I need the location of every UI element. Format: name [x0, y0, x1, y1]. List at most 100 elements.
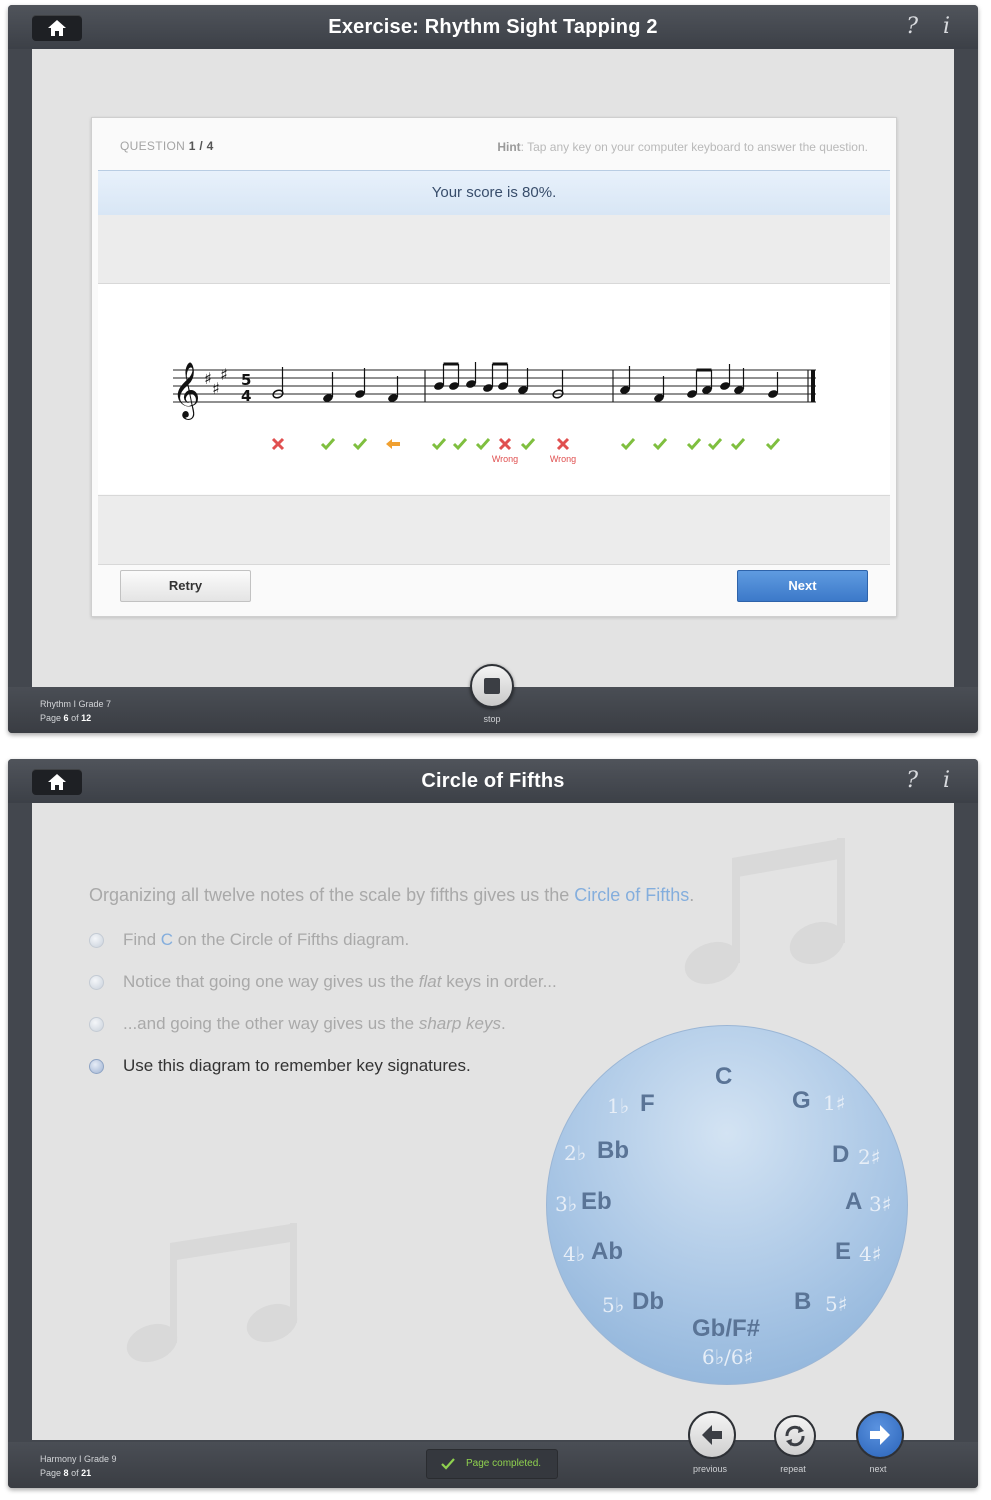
intro-text: Organizing all twelve notes of the scale… — [89, 885, 694, 906]
bullet-text: Use this diagram to remember key signatu… — [123, 1056, 471, 1075]
check-icon — [765, 438, 781, 451]
bullet-text: on the Circle of Fifths diagram. — [173, 930, 410, 949]
lesson-window: Circle of Fifths ? i Organizing all twel… — [8, 759, 978, 1488]
question-header: QUESTION 1 / 4 Hint: Tap any key on your… — [92, 118, 896, 170]
page-total: 12 — [81, 713, 92, 723]
page-of: of — [71, 713, 79, 723]
page-indicator: Page 6 of 12 — [40, 711, 111, 725]
bullet-text: keys in order... — [441, 972, 557, 991]
repeat-label: repeat — [780, 1464, 806, 1474]
exercise-window: Exercise: Rhythm Sight Tapping 2 ? i QUE… — [8, 5, 978, 733]
previous-label: previous — [692, 1464, 728, 1474]
key-e: E — [835, 1238, 852, 1265]
breadcrumb-course: Rhythm I Grade 7 — [40, 699, 112, 709]
next-button[interactable] — [856, 1411, 904, 1459]
check-icon — [452, 438, 468, 451]
sharp-count: 2♯ — [858, 1145, 881, 1169]
lesson-content: Organizing all twelve notes of the scale… — [32, 803, 954, 1440]
score-text: Your score is 80%. — [431, 184, 557, 201]
stop-button[interactable] — [470, 664, 514, 708]
page-total: 21 — [81, 1468, 92, 1478]
rhythm-staff: 𝄞 ♯ ♯ ♯ 5 4 Wrong Wrong — [172, 362, 816, 464]
question-label: QUESTION — [120, 139, 186, 153]
next-label: next — [869, 1464, 887, 1474]
bullet-text: ...and going the other way gives us the — [123, 1014, 419, 1033]
flat-count: 1♭ — [607, 1094, 630, 1118]
hint-text: Hint: Tap any key on your computer keybo… — [497, 140, 868, 154]
help-icon[interactable]: ? — [906, 14, 918, 39]
title-bar: Circle of Fifths ? i — [8, 759, 978, 803]
question-panel: QUESTION 1 / 4 Hint: Tap any key on your… — [91, 117, 897, 617]
key-g: G — [792, 1087, 811, 1114]
retry-button[interactable]: Retry — [120, 570, 251, 602]
measure-1 — [272, 367, 399, 402]
check-icon — [352, 438, 368, 451]
circle-of-fifths-diagram: C 1♭ F 2♭ Bb 3♭ Eb 4♭ Ab 5♭ Db Gb/F# 6♭/… — [546, 1025, 908, 1385]
previous-button[interactable] — [688, 1411, 736, 1459]
key-ab: Ab — [591, 1238, 623, 1265]
early-arrow-icon — [386, 439, 400, 449]
flat-count: 3♭ — [555, 1192, 578, 1216]
key-signature-sharp: ♯ — [204, 369, 212, 388]
check-icon — [520, 438, 536, 451]
window-title: Circle of Fifths — [421, 770, 565, 792]
question-number: QUESTION 1 / 4 — [120, 139, 214, 153]
arrow-left-icon — [702, 1425, 722, 1445]
bullet-dot-icon — [89, 933, 104, 949]
music-staff-area: 𝄞 ♯ ♯ ♯ 5 4 Wrong Wrong — [98, 284, 890, 494]
page-current: 6 — [63, 713, 69, 723]
bullet-item-active[interactable]: Use this diagram to remember key signatu… — [89, 1056, 471, 1076]
intro-link[interactable]: Circle of Fifths — [574, 885, 689, 905]
time-signature-bottom: 4 — [241, 387, 251, 405]
bullet-text: Find — [123, 930, 161, 949]
intro-before: Organizing all twelve notes of the scale… — [89, 885, 575, 905]
key-signature-sharp: ♯ — [212, 379, 220, 398]
key-eb: Eb — [581, 1188, 612, 1215]
key-signature-sharp: ♯ — [220, 365, 228, 384]
flat-count: 5♭ — [602, 1293, 625, 1317]
hint-body: : Tap any key on your computer keyboard … — [520, 140, 868, 154]
check-icon — [441, 1458, 455, 1470]
info-icon[interactable]: i — [943, 14, 950, 39]
bottom-accidentals: 6♭/6♯ — [702, 1345, 754, 1369]
sharp-count: 1♯ — [823, 1091, 846, 1115]
page-prefix: Page — [40, 1468, 62, 1478]
breadcrumb: Harmony I Grade 9 Page 8 of 21 — [40, 1452, 117, 1480]
arrow-right-icon — [870, 1425, 890, 1445]
score-banner: Your score is 80%. — [98, 170, 890, 216]
breadcrumb-course: Harmony I Grade 9 — [40, 1454, 117, 1464]
flat-count: 4♭ — [563, 1242, 586, 1266]
stop-label: stop — [483, 714, 501, 724]
final-barline-thick — [811, 370, 815, 402]
check-icon — [652, 438, 668, 451]
bullet-dot-icon — [89, 975, 104, 991]
tap-feedback-marks: Wrong Wrong — [271, 437, 781, 464]
completed-text: Page completed. — [466, 1458, 542, 1469]
repeat-icon — [785, 1425, 805, 1447]
check-icon — [707, 438, 723, 451]
bullet-item[interactable]: ...and going the other way gives us the … — [89, 1014, 506, 1034]
check-icon — [620, 438, 636, 451]
bullet-text: . — [501, 1014, 506, 1033]
cross-icon — [498, 437, 512, 451]
answer-area-top — [98, 215, 890, 284]
bullet-item[interactable]: Find C on the Circle of Fifths diagram. — [89, 930, 409, 950]
key-f: F — [640, 1090, 655, 1117]
cross-icon — [271, 437, 285, 451]
wrong-label: Wrong — [492, 454, 518, 464]
bullet-item[interactable]: Notice that going one way gives us the f… — [89, 972, 557, 992]
repeat-button[interactable] — [774, 1415, 816, 1457]
stop-icon — [484, 678, 500, 694]
key-bb: Bb — [597, 1137, 629, 1164]
help-icon[interactable]: ? — [906, 768, 918, 793]
key-a: A — [845, 1188, 863, 1215]
next-button[interactable]: Next — [737, 570, 868, 602]
flat-count: 2♭ — [564, 1141, 587, 1165]
key-db: Db — [632, 1288, 664, 1315]
page-current: 8 — [63, 1468, 69, 1478]
key-d: D — [832, 1141, 850, 1168]
info-icon[interactable]: i — [943, 768, 950, 793]
bullet-highlight: C — [160, 930, 174, 949]
breadcrumb: Rhythm I Grade 7 Page 6 of 12 — [40, 697, 111, 725]
page-indicator: Page 8 of 21 — [40, 1466, 117, 1480]
